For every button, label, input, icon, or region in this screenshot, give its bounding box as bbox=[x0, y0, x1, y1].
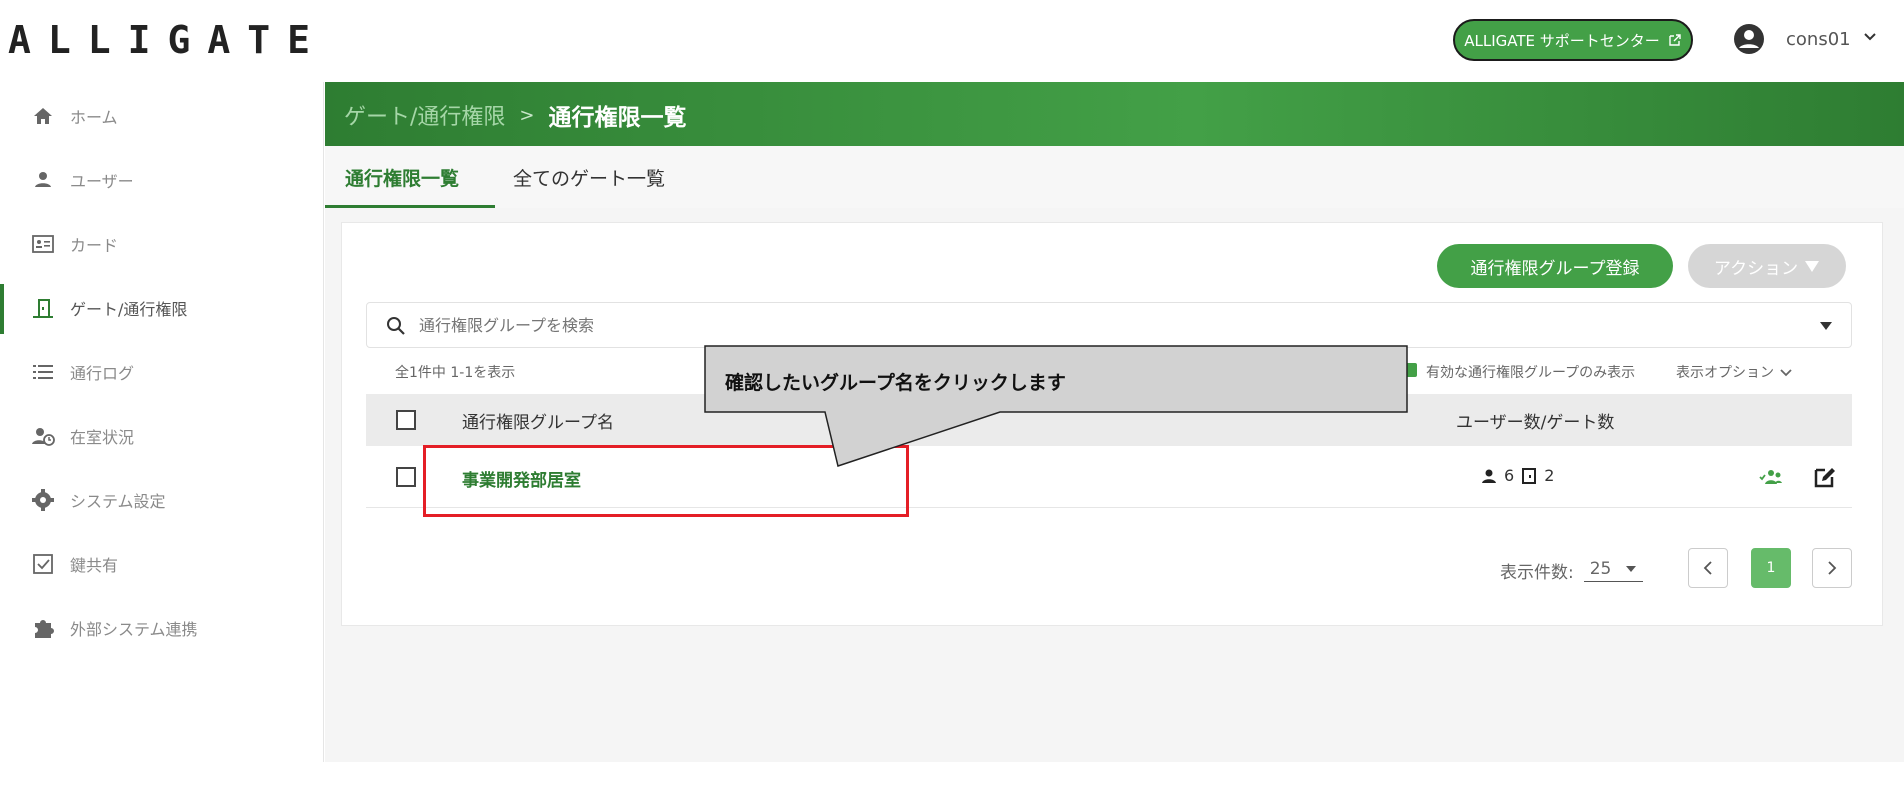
account-circle-icon[interactable] bbox=[1733, 23, 1765, 55]
gear-icon bbox=[32, 489, 54, 511]
sidebar-item-home[interactable]: ホーム bbox=[0, 84, 324, 148]
checkbox-icon bbox=[33, 554, 53, 574]
register-group-button[interactable]: 通行権限グループ登録 bbox=[1437, 244, 1673, 288]
annotation-callout-text: 確認したいグループ名をクリックします bbox=[725, 372, 1066, 394]
edit-icon[interactable] bbox=[1812, 464, 1838, 490]
tab-all-gates[interactable]: 全てのゲート一覧 bbox=[513, 164, 665, 191]
sidebar-item-label: 在室状況 bbox=[70, 428, 135, 447]
result-count: 全1件中 1-1を表示 bbox=[395, 365, 516, 381]
presence-icon bbox=[32, 428, 55, 446]
active-only-checkbox[interactable] bbox=[1403, 363, 1417, 377]
action-button-label: アクション bbox=[1713, 258, 1799, 279]
card-icon bbox=[32, 235, 54, 253]
support-center-button[interactable]: ALLIGATE サポートセンター bbox=[1453, 19, 1693, 61]
sidebar-item-key-share[interactable]: 鍵共有 bbox=[0, 532, 324, 596]
puzzle-icon bbox=[35, 620, 54, 638]
page-title: 通行権限一覧 bbox=[548, 105, 687, 131]
tab-bar: 通行権限一覧 全てのゲート一覧 bbox=[325, 146, 1904, 208]
page-size-dropdown[interactable]: 25 bbox=[1583, 559, 1644, 582]
tab-access-rights[interactable]: 通行権限一覧 bbox=[345, 164, 459, 191]
sidebar-item-access-log[interactable]: 通行ログ bbox=[0, 340, 324, 404]
view-options-label: 表示オプション bbox=[1676, 365, 1774, 381]
page-size-value: 25 bbox=[1589, 559, 1612, 579]
sidebar-item-label: 通行ログ bbox=[70, 364, 135, 383]
search-bar bbox=[366, 302, 1852, 348]
sidebar-item-external-systems[interactable]: 外部システム連携 bbox=[0, 596, 324, 660]
user-count: 6 bbox=[1504, 466, 1515, 485]
home-icon bbox=[34, 108, 52, 124]
list-icon bbox=[33, 365, 53, 379]
external-link-icon bbox=[1669, 34, 1681, 46]
chevron-right-icon bbox=[1828, 561, 1837, 575]
row-actions bbox=[1758, 464, 1838, 490]
user-icon bbox=[35, 172, 51, 187]
chevron-down-icon[interactable] bbox=[1863, 30, 1877, 44]
row-checkbox[interactable] bbox=[396, 467, 416, 487]
chevron-left-icon bbox=[1703, 561, 1712, 575]
dropdown-arrow-icon bbox=[1626, 566, 1637, 572]
sidebar-item-cards[interactable]: カード bbox=[0, 212, 324, 276]
app-header: ALLIGATE ALLIGATE サポートセンター cons01 bbox=[0, 0, 1904, 82]
user-gate-count: 6 2 bbox=[1480, 466, 1554, 485]
sidebar-item-label: カード bbox=[70, 236, 119, 255]
sidebar: ホーム ユーザー カード ゲート/通行権限 通行ログ 在室状況 システム設定 鍵… bbox=[0, 82, 324, 762]
annotation-highlight-box bbox=[423, 445, 909, 517]
gate-icon bbox=[33, 299, 53, 318]
triangle-down-icon bbox=[1805, 261, 1820, 272]
breadcrumb: ゲート/通行権限 > 通行権限一覧 bbox=[344, 98, 687, 132]
gate-icon bbox=[1522, 467, 1537, 484]
current-page-button[interactable]: 1 bbox=[1751, 548, 1791, 588]
active-tab-indicator bbox=[325, 205, 495, 208]
sidebar-item-users[interactable]: ユーザー bbox=[0, 148, 324, 212]
sidebar-item-presence[interactable]: 在室状況 bbox=[0, 404, 324, 468]
chevron-down-icon bbox=[1780, 369, 1792, 377]
breadcrumb-separator: > bbox=[519, 104, 535, 126]
app-logo[interactable]: ALLIGATE bbox=[8, 18, 327, 62]
support-center-label: ALLIGATE サポートセンター bbox=[1464, 31, 1660, 50]
next-page-button[interactable] bbox=[1812, 548, 1852, 588]
search-icon bbox=[387, 317, 405, 335]
page-size-label: 表示件数: bbox=[1500, 563, 1574, 583]
page-size-selector: 表示件数: 25 bbox=[1500, 558, 1644, 583]
column-header-user-gate-count: ユーザー数/ゲート数 bbox=[1456, 413, 1615, 433]
sidebar-item-label: ゲート/通行権限 bbox=[70, 300, 188, 319]
sidebar-item-label: ユーザー bbox=[70, 172, 134, 191]
select-all-checkbox[interactable] bbox=[396, 410, 416, 430]
sidebar-item-label: システム設定 bbox=[70, 492, 166, 511]
sidebar-item-label: ホーム bbox=[70, 108, 118, 127]
user-name[interactable]: cons01 bbox=[1786, 29, 1851, 50]
sidebar-item-system-settings[interactable]: システム設定 bbox=[0, 468, 324, 532]
users-manage-icon[interactable] bbox=[1758, 464, 1784, 490]
sidebar-item-label: 鍵共有 bbox=[70, 556, 119, 575]
sidebar-item-label: 外部システム連携 bbox=[70, 620, 198, 639]
search-input[interactable] bbox=[419, 303, 1799, 347]
previous-page-button[interactable] bbox=[1688, 548, 1728, 588]
gate-count: 2 bbox=[1544, 466, 1555, 485]
table-header: 通行権限グループ名 ユーザー数/ゲート数 bbox=[366, 394, 1852, 446]
column-header-group-name[interactable]: 通行権限グループ名 bbox=[462, 408, 614, 433]
active-only-label[interactable]: 有効な通行権限グループのみ表示 bbox=[1426, 362, 1635, 382]
sidebar-item-gates[interactable]: ゲート/通行権限 bbox=[0, 276, 324, 340]
view-options-button[interactable]: 表示オプション bbox=[1676, 362, 1792, 382]
dropdown-arrow-icon[interactable] bbox=[1819, 321, 1833, 331]
user-icon bbox=[1482, 469, 1496, 483]
breadcrumb-parent[interactable]: ゲート/通行権限 bbox=[344, 99, 505, 131]
action-button[interactable]: アクション bbox=[1688, 244, 1846, 288]
